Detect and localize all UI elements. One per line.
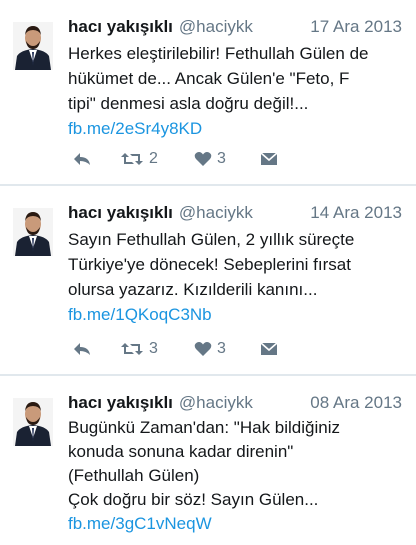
like-button[interactable]: 3 [194,147,226,171]
reply-button[interactable] [72,337,92,361]
tweet-text-line: Türkiye'ye dönecek! Sebeplerini fırsat [68,255,351,274]
tweet-date[interactable]: 08 Ara 2013 [310,390,402,416]
direct-message-icon [260,152,278,165]
retweet-count: 2 [149,150,158,167]
reply-icon [74,153,90,165]
tweet-text: Sayın Fethullah Gülen, 2 yıllık süreçte … [68,227,402,327]
tweet-header: hacı yakışıklı @haciykk 14 Ara 2013 [68,200,402,226]
heart-icon [194,342,212,356]
avatar[interactable] [13,22,53,70]
like-count: 3 [217,150,226,167]
direct-message-icon [260,342,278,355]
user-handle[interactable]: @haciykk [179,203,253,222]
tweet-link[interactable]: fb.me/2eSr4y8KD [68,116,402,141]
tweet[interactable]: hacı yakışıklı @haciykk 14 Ara 2013 Sayın… [0,186,416,374]
tweet-text-line: Sayın Fethullah Gülen, 2 yıllık süreçte [68,230,355,249]
tweet-text-line: olursa yazarız. Kızılderili kanını... [68,280,318,299]
like-button[interactable]: 3 [194,337,226,361]
user-handle[interactable]: @haciykk [179,393,253,412]
heart-icon [194,152,212,166]
direct-message-button[interactable] [260,337,278,361]
tweet-feed: hacı yakışıklı @haciykk 17 Ara 2013 Herke… [0,0,416,545]
tweet[interactable]: hacı yakışıklı @haciykk 17 Ara 2013 Herke… [0,0,416,184]
display-name[interactable]: hacı yakışıklı [68,393,173,412]
retweet-icon [121,343,143,355]
direct-message-button[interactable] [260,147,278,171]
avatar[interactable] [13,398,53,446]
retweet-button[interactable]: 2 [120,147,158,171]
tweet-text: Herkes eleştirilebilir! Fethullah Gülen … [68,41,402,141]
retweet-count: 3 [149,340,158,357]
tweet-text-line: Herkes eleştirilebilir! Fethullah Gülen … [68,44,369,63]
retweet-icon [121,153,143,165]
avatar[interactable] [13,208,53,256]
user-handle[interactable]: @haciykk [179,17,253,36]
tweet-text-line: konuda sonuna kadar direnin" [68,442,294,461]
display-name[interactable]: hacı yakışıklı [68,203,173,222]
display-name[interactable]: hacı yakışıklı [68,17,173,36]
like-count: 3 [217,340,226,357]
tweet-text-line: Bugünkü Zaman'dan: "Hak bildiğiniz [68,418,340,437]
tweet-link[interactable]: fb.me/3gC1vNeqW [68,512,402,536]
tweet-link[interactable]: fb.me/1QKoqC3Nb [68,302,402,327]
tweet-text-line: (Fethullah Gülen) [68,466,200,485]
tweet-header: hacı yakışıklı @haciykk 17 Ara 2013 [68,14,402,40]
tweet-text: Bugünkü Zaman'dan: "Hak bildiğiniz konud… [68,416,402,536]
reply-icon [74,343,90,355]
tweet-date[interactable]: 14 Ara 2013 [310,200,402,226]
retweet-button[interactable]: 3 [120,337,158,361]
tweet-text-line: hükümet de... Ancak Gülen'e "Feto, F [68,69,350,88]
reply-button[interactable] [72,147,92,171]
tweet-text-line: tipi" denmesi asla doğru değil!... [68,94,309,113]
tweet-date[interactable]: 17 Ara 2013 [310,14,402,40]
tweet[interactable]: hacı yakışıklı @haciykk 08 Ara 2013 Bugün… [0,376,416,545]
tweet-text-line: Çok doğru bir söz! Sayın Gülen... [68,490,319,509]
tweet-header: hacı yakışıklı @haciykk 08 Ara 2013 [68,390,402,416]
